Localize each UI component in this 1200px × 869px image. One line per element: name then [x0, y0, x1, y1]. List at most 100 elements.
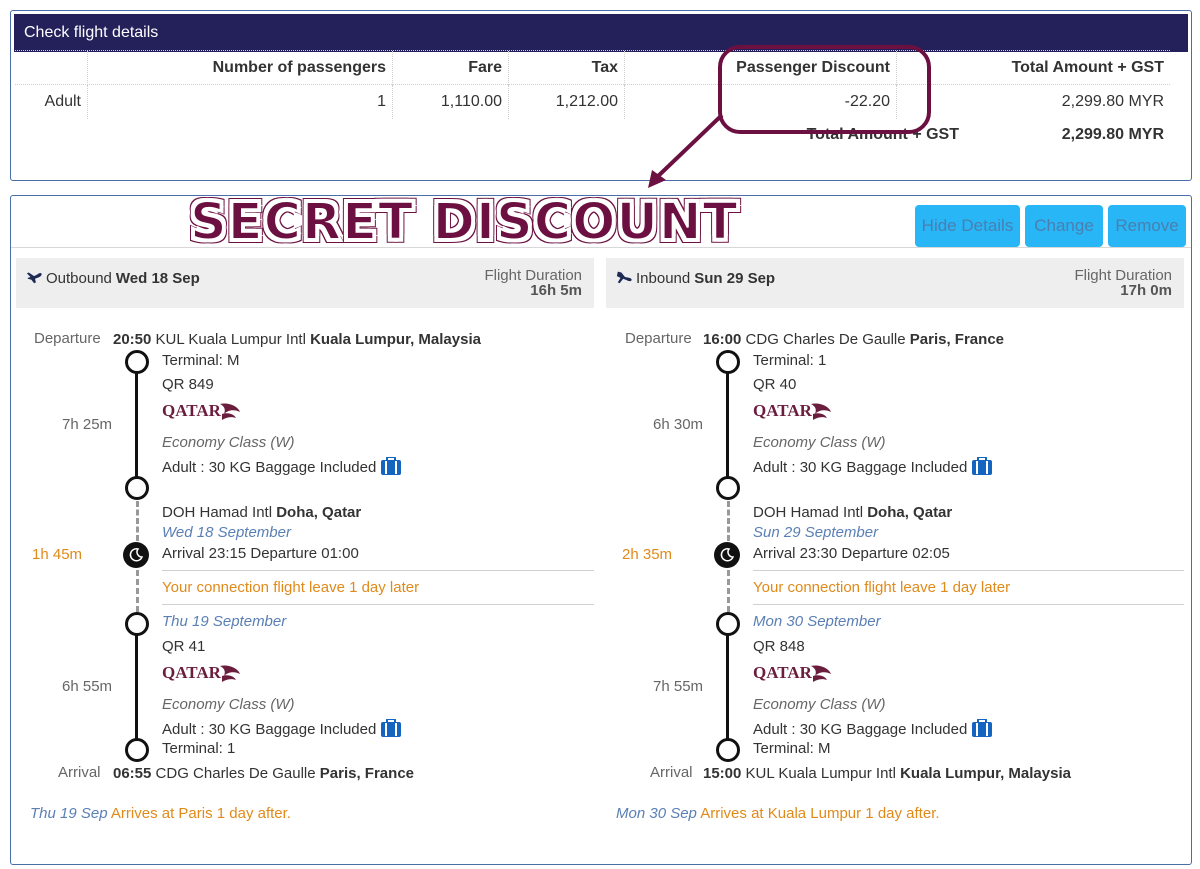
stop-marker — [716, 350, 740, 374]
segment-duration: 7h 55m — [653, 678, 704, 695]
connection-note: Your connection flight leave 1 day later — [162, 579, 420, 596]
baggage-info: Adult : 30 KG Baggage Included — [162, 457, 402, 476]
baggage-info: Adult : 30 KG Baggage Included — [753, 719, 993, 738]
svg-text:QATAR: QATAR — [162, 663, 222, 682]
departure-label: Departure — [625, 330, 692, 347]
flight-number: QR 849 — [162, 376, 214, 393]
divider — [11, 247, 1191, 248]
layover-times: Arrival 23:15 Departure 01:00 — [162, 545, 359, 562]
stopover-airport: DOH Hamad Intl Doha, Qatar — [162, 504, 362, 521]
col-header-tax: Tax — [508, 51, 624, 85]
qatar-airways-logo: QATAR — [162, 401, 240, 420]
layover-times: Arrival 23:30 Departure 02:05 — [753, 545, 950, 562]
cabin-class: Economy Class (W) — [753, 696, 886, 713]
fare-value: 1,110.00 — [392, 85, 508, 119]
segment-duration: 7h 25m — [62, 416, 113, 433]
baggage-icon — [381, 457, 402, 475]
baggage-icon — [972, 719, 993, 737]
segment-duration: 6h 30m — [653, 416, 704, 433]
flight-duration: 17h 0m — [1120, 282, 1172, 299]
baggage-info: Adult : 30 KG Baggage Included — [162, 719, 402, 738]
stopover-airport: DOH Hamad Intl Doha, Qatar — [753, 504, 953, 521]
inbound-column: Inbound Sun 29 Sep Flight Duration 17h 0m … — [606, 258, 1184, 843]
flight-number: QR 848 — [753, 638, 805, 655]
stop-marker — [125, 738, 149, 762]
terminal: Terminal: 1 — [162, 740, 236, 757]
hide-details-button[interactable]: Hide Details — [915, 205, 1020, 247]
stop-marker — [125, 612, 149, 636]
price-table-header: Number of passengers Fare Tax Passenger … — [15, 50, 1170, 85]
qatar-airways-logo: QATAR — [162, 663, 240, 682]
change-button[interactable]: Change — [1025, 205, 1103, 247]
discount-highlight-circle — [718, 45, 931, 134]
direction-label: Inbound — [636, 270, 691, 287]
row-total-value: 2,299.80 MYR — [896, 85, 1170, 119]
direction-label: Outbound — [46, 270, 112, 287]
table-row: Adult 1 1,110.00 1,212.00 -22.20 2,299.8… — [15, 84, 1170, 119]
terminal: Terminal: M — [753, 740, 831, 757]
moon-icon — [123, 542, 149, 568]
arrival-label: Arrival — [650, 764, 693, 781]
departure-info: 20:50 KUL Kuala Lumpur Intl Kuala Lumpur… — [113, 331, 481, 348]
stop-marker — [716, 738, 740, 762]
cabin-class: Economy Class (W) — [753, 434, 886, 451]
secret-discount-annotation: SECRET DISCOUNT — [189, 192, 739, 253]
flight-duration: 16h 5m — [530, 282, 582, 299]
grand-total-row: Total Amount + GST 2,299.80 MYR — [15, 118, 1170, 152]
flight-number: QR 41 — [162, 638, 206, 655]
price-table: Number of passengers Fare Tax Passenger … — [15, 50, 1170, 152]
stop-marker — [125, 476, 149, 500]
departure-label: Departure — [34, 330, 101, 347]
stopover-date: Sun 29 September — [753, 524, 879, 541]
next-segment-date: Mon 30 September — [753, 613, 881, 630]
arrival-info: 15:00 KUL Kuala Lumpur Intl Kuala Lumpur… — [703, 765, 1071, 782]
annotation-arrow — [648, 113, 724, 188]
qatar-airways-logo: QATAR — [753, 401, 831, 420]
layover-duration: 2h 35m — [622, 546, 673, 563]
grand-total-value: 2,299.80 MYR — [1061, 126, 1164, 143]
flight-number: QR 40 — [753, 376, 797, 393]
cabin-class: Economy Class (W) — [162, 696, 295, 713]
tax-value: 1,212.00 — [508, 85, 624, 119]
remove-button[interactable]: Remove — [1108, 205, 1186, 247]
arrival-info: 06:55 CDG Charles De Gaulle Paris, Franc… — [113, 765, 414, 782]
flight-date: Sun 29 Sep — [694, 270, 776, 287]
connection-note: Your connection flight leave 1 day later — [753, 579, 1011, 596]
baggage-icon — [972, 457, 993, 475]
baggage-info: Adult : 30 KG Baggage Included — [753, 457, 993, 476]
col-header-total: Total Amount + GST — [896, 51, 1170, 85]
duration-label: Flight Duration — [1074, 267, 1172, 284]
inbound-header: Inbound Sun 29 Sep Flight Duration 17h 0m — [606, 258, 1184, 308]
flight-date: Wed 18 Sep — [115, 270, 200, 287]
stopover-date: Wed 18 September — [162, 524, 291, 541]
arrival-footer: Thu 19 Sep Arrives at Paris 1 day after. — [30, 805, 291, 822]
stop-marker — [716, 476, 740, 500]
passenger-type: Adult — [44, 93, 81, 110]
outbound-column: Outbound Wed 18 Sep Flight Duration 16h 5m… — [16, 258, 594, 843]
plane-departure-icon — [26, 272, 42, 284]
plane-arrival-icon — [616, 271, 632, 284]
duration-label: Flight Duration — [484, 267, 582, 284]
qatar-airways-logo: QATAR — [753, 663, 831, 682]
cabin-class: Economy Class (W) — [162, 434, 295, 451]
col-header-fare: Fare — [392, 51, 508, 85]
segment-duration: 6h 55m — [62, 678, 113, 695]
arrival-label: Arrival — [58, 764, 101, 781]
terminal: Terminal: M — [162, 352, 240, 369]
layover-duration: 1h 45m — [32, 546, 83, 563]
svg-text:QATAR: QATAR — [753, 663, 813, 682]
passenger-count: 1 — [87, 85, 392, 119]
col-header-passengers: Number of passengers — [87, 51, 392, 85]
moon-icon — [714, 542, 740, 568]
departure-info: 16:00 CDG Charles De Gaulle Paris, Franc… — [703, 331, 1004, 348]
svg-text:QATAR: QATAR — [162, 401, 222, 420]
stop-marker — [716, 612, 740, 636]
outbound-header: Outbound Wed 18 Sep Flight Duration 16h 5m — [16, 258, 594, 308]
terminal: Terminal: 1 — [753, 352, 827, 369]
stop-marker — [125, 350, 149, 374]
arrival-footer: Mon 30 Sep Arrives at Kuala Lumpur 1 day… — [616, 805, 940, 822]
next-segment-date: Thu 19 September — [162, 613, 287, 630]
baggage-icon — [381, 719, 402, 737]
svg-text:QATAR: QATAR — [753, 401, 813, 420]
panel-title: Check flight details — [14, 14, 1188, 52]
